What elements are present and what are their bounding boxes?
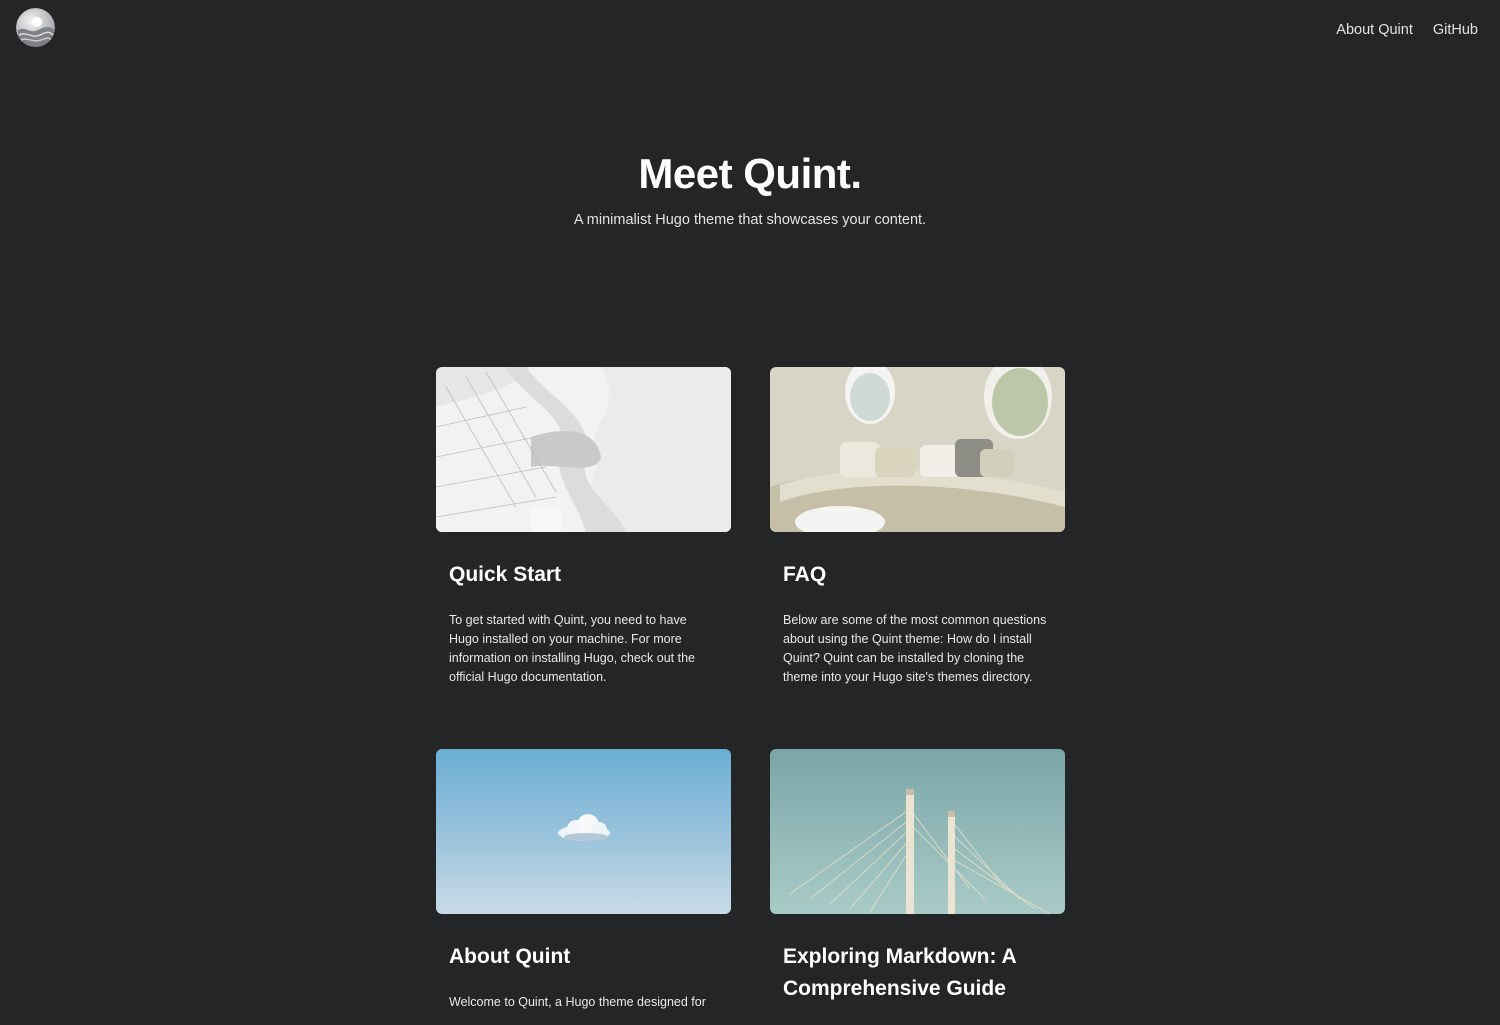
hero-title: Meet Quint. — [638, 150, 862, 197]
lounge-interior-image[interactable] — [770, 367, 1065, 532]
main-nav: About Quint GitHub — [1336, 22, 1478, 38]
hero: Meet Quint. A minimalist Hugo theme that… — [0, 150, 1500, 228]
post-title[interactable]: About Quint — [449, 941, 718, 973]
site-header: About Quint GitHub — [0, 0, 1500, 60]
post-card-quick-start: Quick Start To get started with Quint, y… — [436, 367, 731, 687]
post-title[interactable]: Exploring Markdown: A Comprehensive Guid… — [783, 941, 1052, 1005]
post-card-faq: FAQ Below are some of the most common qu… — [770, 367, 1065, 687]
post-excerpt: To get started with Quint, you need to h… — [449, 613, 695, 684]
post-title[interactable]: FAQ — [783, 559, 1052, 591]
nav-link-github[interactable]: GitHub — [1433, 22, 1478, 38]
white-architecture-image[interactable] — [436, 367, 731, 532]
bridge-pylons-image[interactable] — [770, 749, 1065, 914]
post-excerpt: Below are some of the most common questi… — [783, 613, 1047, 684]
hero-subtitle: A minimalist Hugo theme that showcases y… — [573, 212, 927, 228]
post-excerpt: Welcome to Quint, a Hugo theme designed … — [449, 995, 706, 1009]
post-title[interactable]: Quick Start — [449, 559, 718, 591]
sky-cloud-image[interactable] — [436, 749, 731, 914]
quint-logo-icon[interactable] — [16, 8, 55, 47]
post-card-about-quint: About Quint Welcome to Quint, a Hugo the… — [436, 749, 731, 1012]
post-card-exploring-markdown: Exploring Markdown: A Comprehensive Guid… — [770, 749, 1065, 1025]
nav-link-about-quint[interactable]: About Quint — [1336, 22, 1413, 38]
